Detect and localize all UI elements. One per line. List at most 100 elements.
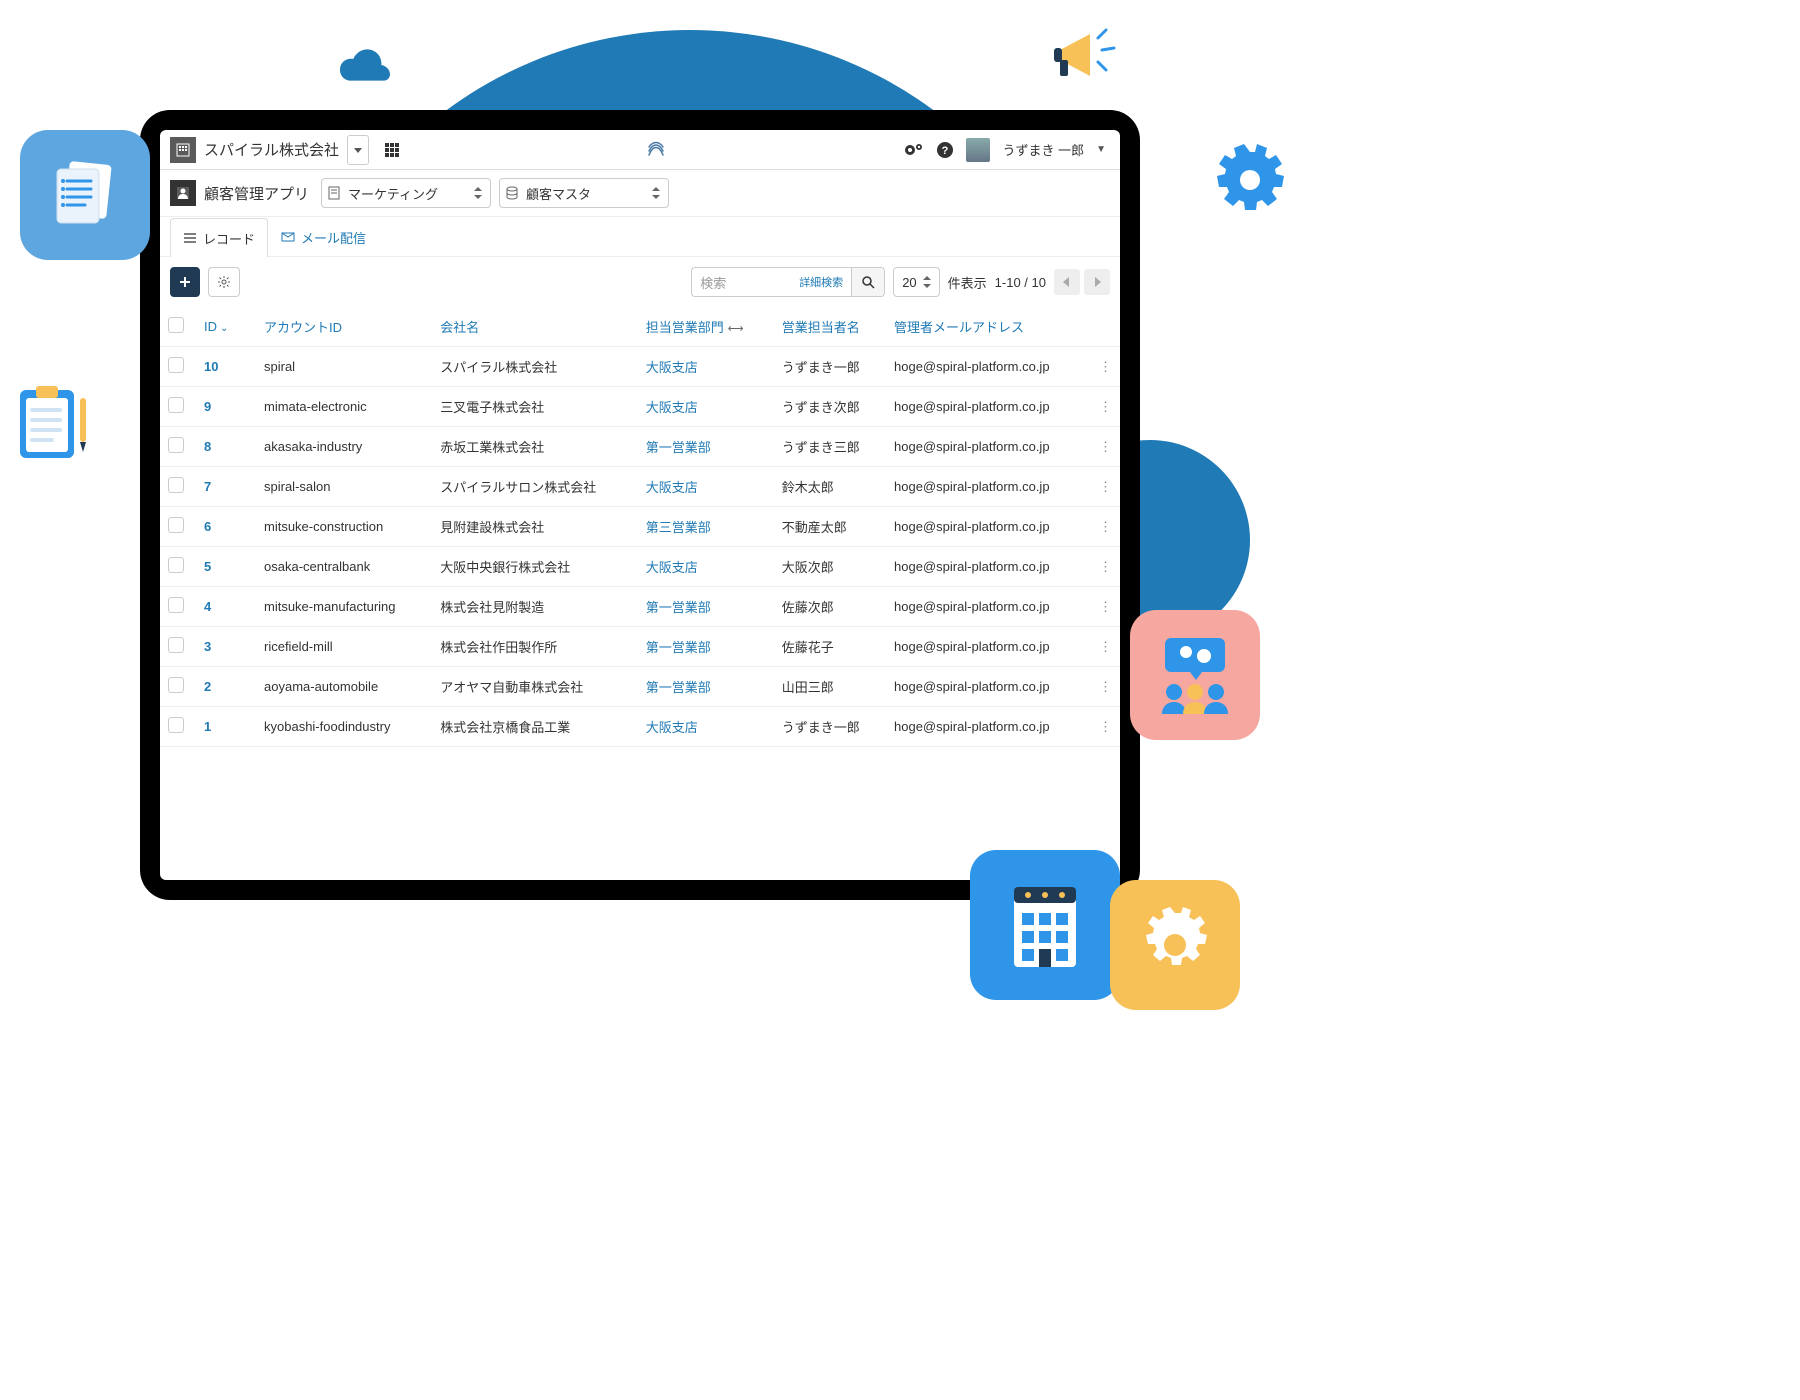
row-checkbox[interactable] bbox=[168, 357, 184, 373]
row-checkbox[interactable] bbox=[168, 557, 184, 573]
row-menu-button[interactable]: ⋮ bbox=[1091, 427, 1120, 467]
cell-department[interactable]: 第一営業部 bbox=[638, 627, 774, 667]
apps-grid-button[interactable] bbox=[377, 135, 407, 165]
row-checkbox[interactable] bbox=[168, 397, 184, 413]
table-row[interactable]: 5osaka-centralbank大阪中央銀行株式会社大阪支店大阪次郎hoge… bbox=[160, 547, 1120, 587]
row-menu-button[interactable]: ⋮ bbox=[1091, 507, 1120, 547]
settings-icon[interactable] bbox=[904, 142, 924, 158]
cell-department[interactable]: 第一営業部 bbox=[638, 427, 774, 467]
select-all-checkbox[interactable] bbox=[168, 317, 184, 333]
row-checkbox[interactable] bbox=[168, 477, 184, 493]
cell-admin-email: hoge@spiral-platform.co.jp bbox=[886, 707, 1091, 747]
row-checkbox[interactable] bbox=[168, 677, 184, 693]
row-checkbox[interactable] bbox=[168, 437, 184, 453]
settings-button[interactable] bbox=[208, 267, 240, 297]
cell-id[interactable]: 10 bbox=[196, 347, 256, 387]
cell-company: アオヤマ自動車株式会社 bbox=[432, 667, 638, 707]
cell-id[interactable]: 9 bbox=[196, 387, 256, 427]
row-checkbox[interactable] bbox=[168, 597, 184, 613]
col-id[interactable]: ID⌄ bbox=[196, 307, 256, 347]
cell-company: 株式会社見附製造 bbox=[432, 587, 638, 627]
cell-department[interactable]: 第一営業部 bbox=[638, 587, 774, 627]
advanced-search-link[interactable]: 詳細検索 bbox=[799, 274, 843, 290]
table-row[interactable]: 1kyobashi-foodindustry株式会社京橋食品工業大阪支店うずまき… bbox=[160, 707, 1120, 747]
col-sales-rep[interactable]: 営業担当者名 bbox=[774, 307, 886, 347]
cell-id[interactable]: 3 bbox=[196, 627, 256, 667]
table-row[interactable]: 2aoyama-automobileアオヤマ自動車株式会社第一営業部山田三郎ho… bbox=[160, 667, 1120, 707]
row-menu-button[interactable]: ⋮ bbox=[1091, 347, 1120, 387]
row-menu-button[interactable]: ⋮ bbox=[1091, 627, 1120, 667]
cell-sales-rep: うずまき一郎 bbox=[774, 347, 886, 387]
search-input[interactable]: 検索 詳細検索 bbox=[691, 267, 851, 297]
tab-mail-label: メール配信 bbox=[301, 228, 366, 247]
row-checkbox[interactable] bbox=[168, 717, 184, 733]
prev-page-button[interactable] bbox=[1054, 269, 1080, 295]
table-row[interactable]: 7spiral-salonスパイラルサロン株式会社大阪支店鈴木太郎hoge@sp… bbox=[160, 467, 1120, 507]
building-icon bbox=[970, 850, 1120, 1000]
row-checkbox[interactable] bbox=[168, 637, 184, 653]
row-menu-button[interactable]: ⋮ bbox=[1091, 547, 1120, 587]
page-size-select[interactable]: 20 bbox=[893, 267, 939, 297]
table-row[interactable]: 6mitsuke-construction見附建設株式会社第三営業部不動産太郎h… bbox=[160, 507, 1120, 547]
tab-mail[interactable]: メール配信 bbox=[268, 217, 379, 256]
cell-admin-email: hoge@spiral-platform.co.jp bbox=[886, 547, 1091, 587]
gear-icon bbox=[1210, 140, 1290, 220]
cell-account: mitsuke-construction bbox=[256, 507, 432, 547]
search-button[interactable] bbox=[851, 267, 885, 297]
col-account-id[interactable]: アカウントID bbox=[256, 307, 432, 347]
table-row[interactable]: 8akasaka-industry赤坂工業株式会社第一営業部うずまき三郎hoge… bbox=[160, 427, 1120, 467]
table-row[interactable]: 10spiralスパイラル株式会社大阪支店うずまき一郎hoge@spiral-p… bbox=[160, 347, 1120, 387]
table-header-row: ID⌄ アカウントID 会社名 担当営業部門⟷ 営業担当者名 管理者メールアドレ… bbox=[160, 307, 1120, 347]
row-menu-button[interactable]: ⋮ bbox=[1091, 667, 1120, 707]
cell-department[interactable]: 大阪支店 bbox=[638, 707, 774, 747]
cell-department[interactable]: 第一営業部 bbox=[638, 667, 774, 707]
user-menu-caret[interactable]: ▼ bbox=[1096, 144, 1106, 155]
cell-sales-rep: 大阪次郎 bbox=[774, 547, 886, 587]
row-menu-button[interactable]: ⋮ bbox=[1091, 587, 1120, 627]
database-icon bbox=[506, 186, 518, 200]
cell-id[interactable]: 2 bbox=[196, 667, 256, 707]
clipboard-icon bbox=[10, 380, 100, 470]
user-avatar[interactable] bbox=[966, 138, 990, 162]
table-row[interactable]: 9mimata-electronic三叉電子株式会社大阪支店うずまき次郎hoge… bbox=[160, 387, 1120, 427]
add-record-button[interactable] bbox=[170, 267, 200, 297]
table-row[interactable]: 4mitsuke-manufacturing株式会社見附製造第一営業部佐藤次郎h… bbox=[160, 587, 1120, 627]
brand-logo bbox=[407, 139, 904, 161]
cell-account: mitsuke-manufacturing bbox=[256, 587, 432, 627]
table-select[interactable]: 顧客マスタ bbox=[499, 178, 669, 208]
cell-account: kyobashi-foodindustry bbox=[256, 707, 432, 747]
col-department[interactable]: 担当営業部門⟷ bbox=[638, 307, 774, 347]
next-page-button[interactable] bbox=[1084, 269, 1110, 295]
cell-department[interactable]: 第三営業部 bbox=[638, 507, 774, 547]
org-switcher-button[interactable] bbox=[347, 135, 369, 165]
cell-department[interactable]: 大阪支店 bbox=[638, 347, 774, 387]
workspace-select[interactable]: マーケティング bbox=[321, 178, 491, 208]
cell-department[interactable]: 大阪支店 bbox=[638, 547, 774, 587]
cell-id[interactable]: 8 bbox=[196, 427, 256, 467]
workspace-icon bbox=[328, 186, 340, 200]
cell-id[interactable]: 7 bbox=[196, 467, 256, 507]
cell-sales-rep: 山田三郎 bbox=[774, 667, 886, 707]
org-icon bbox=[170, 137, 196, 163]
row-checkbox[interactable] bbox=[168, 517, 184, 533]
cell-id[interactable]: 4 bbox=[196, 587, 256, 627]
row-menu-button[interactable]: ⋮ bbox=[1091, 467, 1120, 507]
cell-id[interactable]: 1 bbox=[196, 707, 256, 747]
app-name: 顧客管理アプリ bbox=[204, 183, 309, 204]
cell-department[interactable]: 大阪支店 bbox=[638, 387, 774, 427]
col-company[interactable]: 会社名 bbox=[432, 307, 638, 347]
row-menu-button[interactable]: ⋮ bbox=[1091, 707, 1120, 747]
cell-id[interactable]: 5 bbox=[196, 547, 256, 587]
megaphone-icon bbox=[1050, 20, 1120, 90]
col-admin-email[interactable]: 管理者メールアドレス bbox=[886, 307, 1091, 347]
tab-records[interactable]: レコード bbox=[170, 218, 268, 257]
sort-desc-icon: ⌄ bbox=[220, 323, 228, 334]
table-row[interactable]: 3ricefield-mill株式会社作田製作所第一営業部佐藤花子hoge@sp… bbox=[160, 627, 1120, 667]
help-icon[interactable]: ? bbox=[936, 141, 954, 159]
cell-id[interactable]: 6 bbox=[196, 507, 256, 547]
topbar: スパイラル株式会社 ? うずまき 一郎 ▼ bbox=[160, 130, 1120, 170]
gear-large-icon bbox=[1110, 880, 1240, 1010]
cell-department[interactable]: 大阪支店 bbox=[638, 467, 774, 507]
cell-admin-email: hoge@spiral-platform.co.jp bbox=[886, 347, 1091, 387]
row-menu-button[interactable]: ⋮ bbox=[1091, 387, 1120, 427]
